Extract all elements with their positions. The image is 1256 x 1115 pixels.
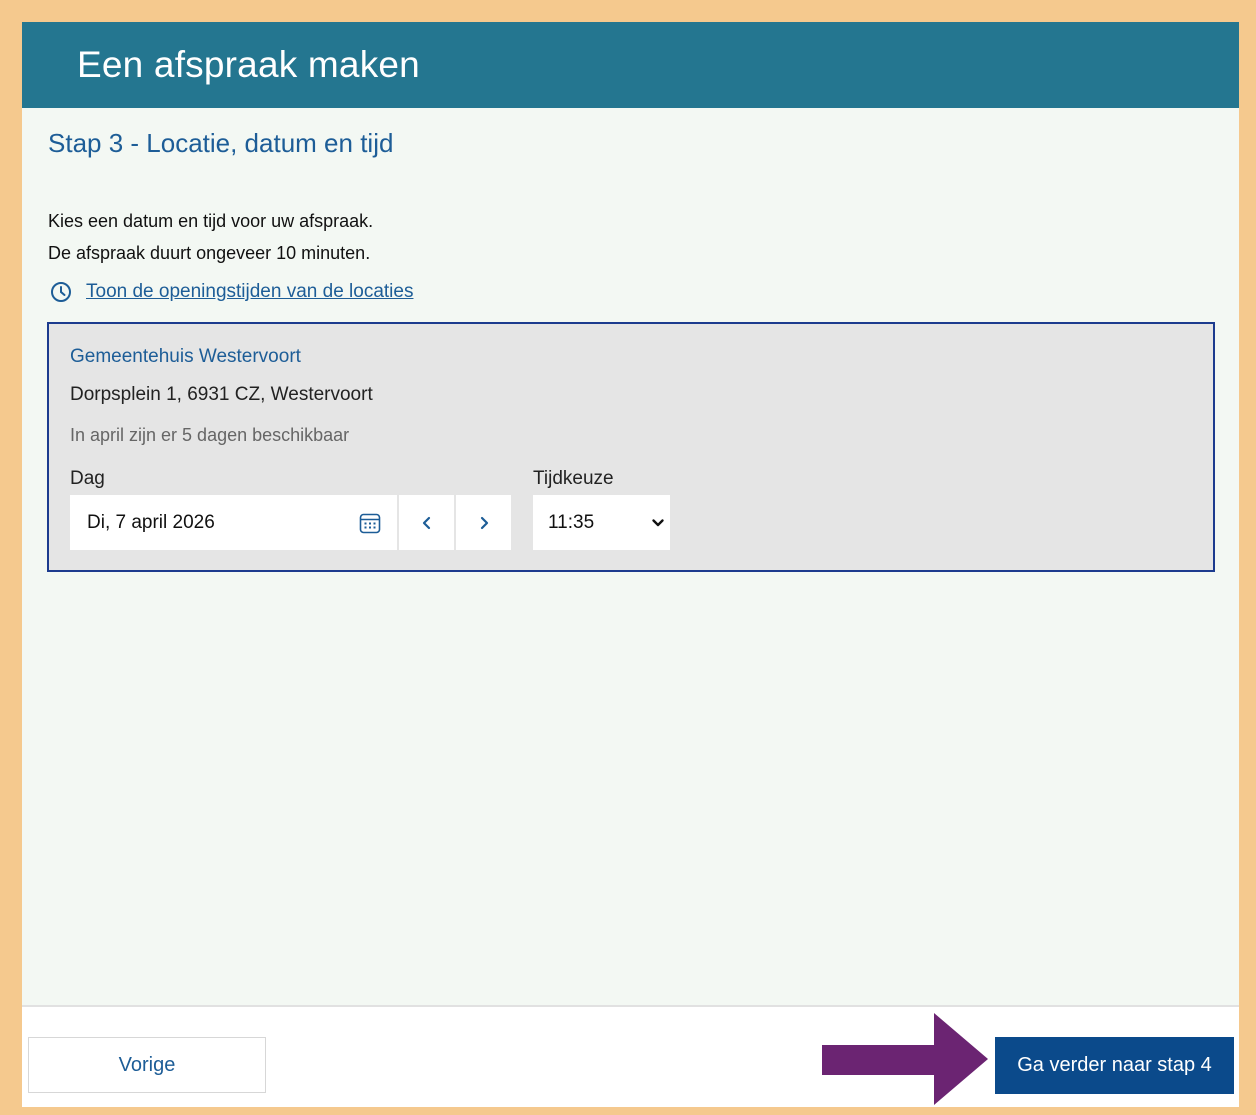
day-label: Dag: [70, 468, 105, 489]
location-address: Dorpsplein 1, 6931 CZ, Westervoort: [70, 384, 373, 405]
page-header: Een afspraak maken: [22, 22, 1239, 108]
step-title: Stap 3 - Locatie, datum en tijd: [48, 128, 394, 158]
intro-line-1: Kies een datum en tijd voor uw afspraak.: [48, 211, 374, 231]
page-title: Een afspraak maken: [77, 44, 420, 85]
availability-text: In april zijn er 5 dagen beschikbaar: [70, 425, 350, 445]
date-input[interactable]: Di, 7 april 2026: [70, 495, 397, 550]
location-name: Gemeentehuis Westervoort: [70, 346, 301, 367]
time-select[interactable]: 11:35: [533, 495, 670, 550]
footer-bar: Vorige Ga verder naar stap 4: [22, 1005, 1239, 1107]
time-label: Tijdkeuze: [533, 468, 614, 489]
intro-text: Kies een datum en tijd voor uw afspraak.…: [48, 205, 373, 269]
clock-icon: [51, 282, 71, 302]
next-day-button[interactable]: [456, 495, 511, 550]
next-step-button[interactable]: Ga verder naar stap 4: [995, 1037, 1234, 1094]
calendar-icon[interactable]: [358, 511, 382, 535]
chevron-right-icon: [480, 516, 488, 529]
intro-line-2: De afspraak duurt ongeveer 10 minuten.: [48, 243, 371, 263]
previous-button[interactable]: Vorige: [28, 1037, 266, 1093]
previous-day-button[interactable]: [399, 495, 454, 550]
location-card: Gemeentehuis Westervoort Dorpsplein 1, 6…: [47, 322, 1215, 572]
opening-hours-link[interactable]: Toon de openingstijden van de locaties: [50, 281, 413, 303]
annotation-arrow-icon: [822, 1013, 988, 1105]
app-frame: Een afspraak maken Stap 3 - Locatie, dat…: [22, 22, 1239, 1107]
chevron-down-icon: [652, 518, 664, 526]
opening-hours-link-label: Toon de openingstijden van de locaties: [86, 281, 414, 302]
chevron-left-icon: [422, 516, 430, 529]
time-value: 11:35: [548, 511, 595, 533]
date-value: Di, 7 april 2026: [87, 511, 215, 533]
